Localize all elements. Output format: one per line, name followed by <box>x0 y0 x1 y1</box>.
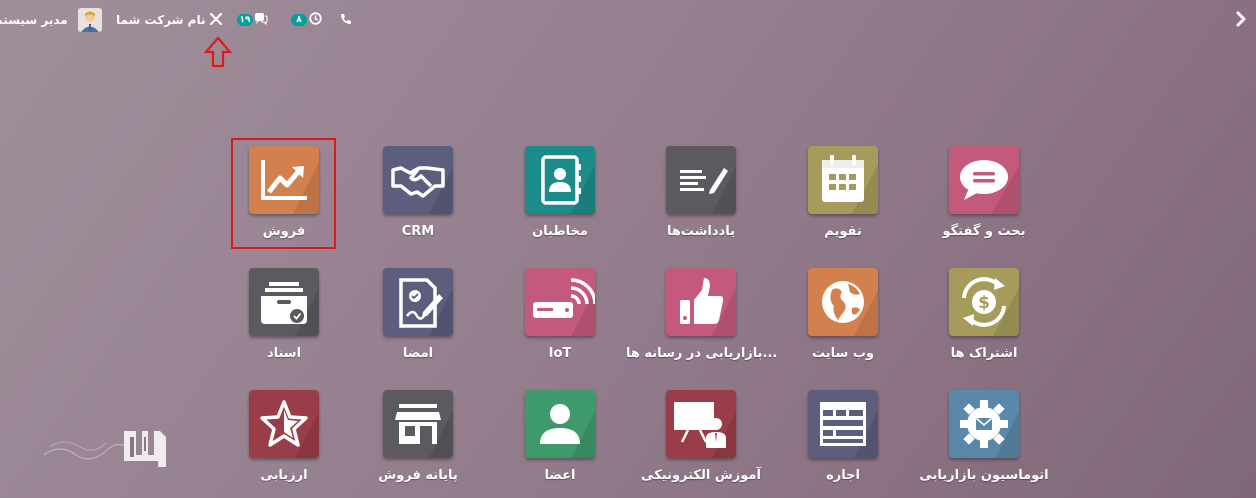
activities-badge: ۸ <box>291 14 307 26</box>
app-label: اتوماسیون بازاریابی <box>919 468 1049 483</box>
app-notes[interactable]: یادداشت‌ها <box>646 138 756 248</box>
handshake-icon <box>383 146 453 214</box>
app-label: مخاطبان <box>532 224 588 239</box>
avatar <box>77 8 102 32</box>
app-rental[interactable]: اجاره <box>788 382 898 492</box>
chat-icon <box>254 12 268 28</box>
thumbs-up-icon <box>666 268 736 336</box>
company-switcher[interactable]: نام شرکت شما <box>116 0 205 40</box>
sales-chart-icon <box>249 146 319 214</box>
chevron-right-icon <box>1234 11 1248 30</box>
iot-device-icon <box>525 268 595 336</box>
app-discuss[interactable]: بحث و گفتگو <box>929 138 1039 248</box>
presentation-icon <box>666 390 736 458</box>
app-label: CRM <box>401 224 435 239</box>
app-label: ارزیابی <box>260 468 308 483</box>
app-iot[interactable]: IoT <box>505 260 615 370</box>
shop-icon <box>383 390 453 458</box>
subscription-dollar-icon: $ <box>949 268 1019 336</box>
app-label: وب سایت <box>812 346 874 361</box>
app-label: یادداشت‌ها <box>666 224 735 239</box>
app-label: پایانه فروش <box>378 468 458 483</box>
menu-toggle-button[interactable] <box>1234 0 1248 40</box>
clock-icon <box>309 12 322 28</box>
voip-button[interactable] <box>340 0 352 40</box>
gear-envelope-icon <box>949 390 1019 458</box>
documents-inbox-icon <box>249 268 319 336</box>
rental-calendar-icon <box>808 390 878 458</box>
app-social-marketing[interactable]: بازاریابی در رسانه ها... <box>626 260 777 370</box>
app-documents[interactable]: اسناد <box>229 260 339 370</box>
app-calendar[interactable]: تقویم <box>788 138 898 248</box>
app-label: آموزش الکترونیکی <box>641 468 761 483</box>
app-label: اعضا <box>544 468 576 483</box>
app-appraisal[interactable]: ارزیابی <box>229 382 339 492</box>
phone-icon <box>340 13 352 28</box>
app-label: اسناد <box>266 346 302 361</box>
sign-document-icon <box>383 268 453 336</box>
debug-tools-button[interactable] <box>209 0 223 40</box>
watermark-logo <box>40 425 170 475</box>
member-user-icon <box>525 390 595 458</box>
app-sales[interactable]: فروش <box>229 138 339 248</box>
app-label: IoT <box>548 346 572 361</box>
app-crm[interactable]: CRM <box>363 138 473 248</box>
app-label: بحث و گفتگو <box>942 224 1026 239</box>
user-name: مدیر سیستم <box>0 13 68 27</box>
app-label: بازاریابی در رسانه ها... <box>626 346 778 361</box>
app-marketing-automation[interactable]: اتوماسیون بازاریابی <box>919 382 1049 492</box>
svg-text:$: $ <box>978 293 990 313</box>
address-book-icon <box>525 146 595 214</box>
app-elearning[interactable]: آموزش الکترونیکی <box>641 382 761 492</box>
app-website[interactable]: وب سایت <box>788 260 898 370</box>
app-subscriptions[interactable]: $ اشتراک ها <box>929 260 1039 370</box>
app-label: اشتراک ها <box>950 346 1018 361</box>
tools-icon <box>209 12 223 29</box>
messages-badge: ۱۹ <box>237 14 253 26</box>
app-members[interactable]: اعضا <box>505 382 615 492</box>
calendar-icon <box>808 146 878 214</box>
messaging-menu[interactable]: ۱۹ <box>237 0 268 40</box>
globe-icon <box>808 268 878 336</box>
app-label: تقویم <box>824 224 862 239</box>
app-label: اجاره <box>826 468 860 483</box>
chat-bubble-icon <box>949 146 1019 214</box>
annotation-arrow <box>203 36 233 72</box>
company-name: نام شرکت شما <box>116 13 206 27</box>
app-point-of-sale[interactable]: پایانه فروش <box>363 382 473 492</box>
app-label: امضا <box>402 346 434 361</box>
app-label: فروش <box>262 224 306 239</box>
app-sign[interactable]: امضا <box>363 260 473 370</box>
user-menu[interactable]: مدیر سیستم <box>0 0 102 40</box>
app-contacts[interactable]: مخاطبان <box>505 138 615 248</box>
notes-pen-icon <box>666 146 736 214</box>
activities-menu[interactable]: ۸ <box>291 0 322 40</box>
top-navbar: مدیر سیستم نام شرکت شما ۱۹ ۸ <box>0 0 1256 40</box>
star-icon <box>249 390 319 458</box>
